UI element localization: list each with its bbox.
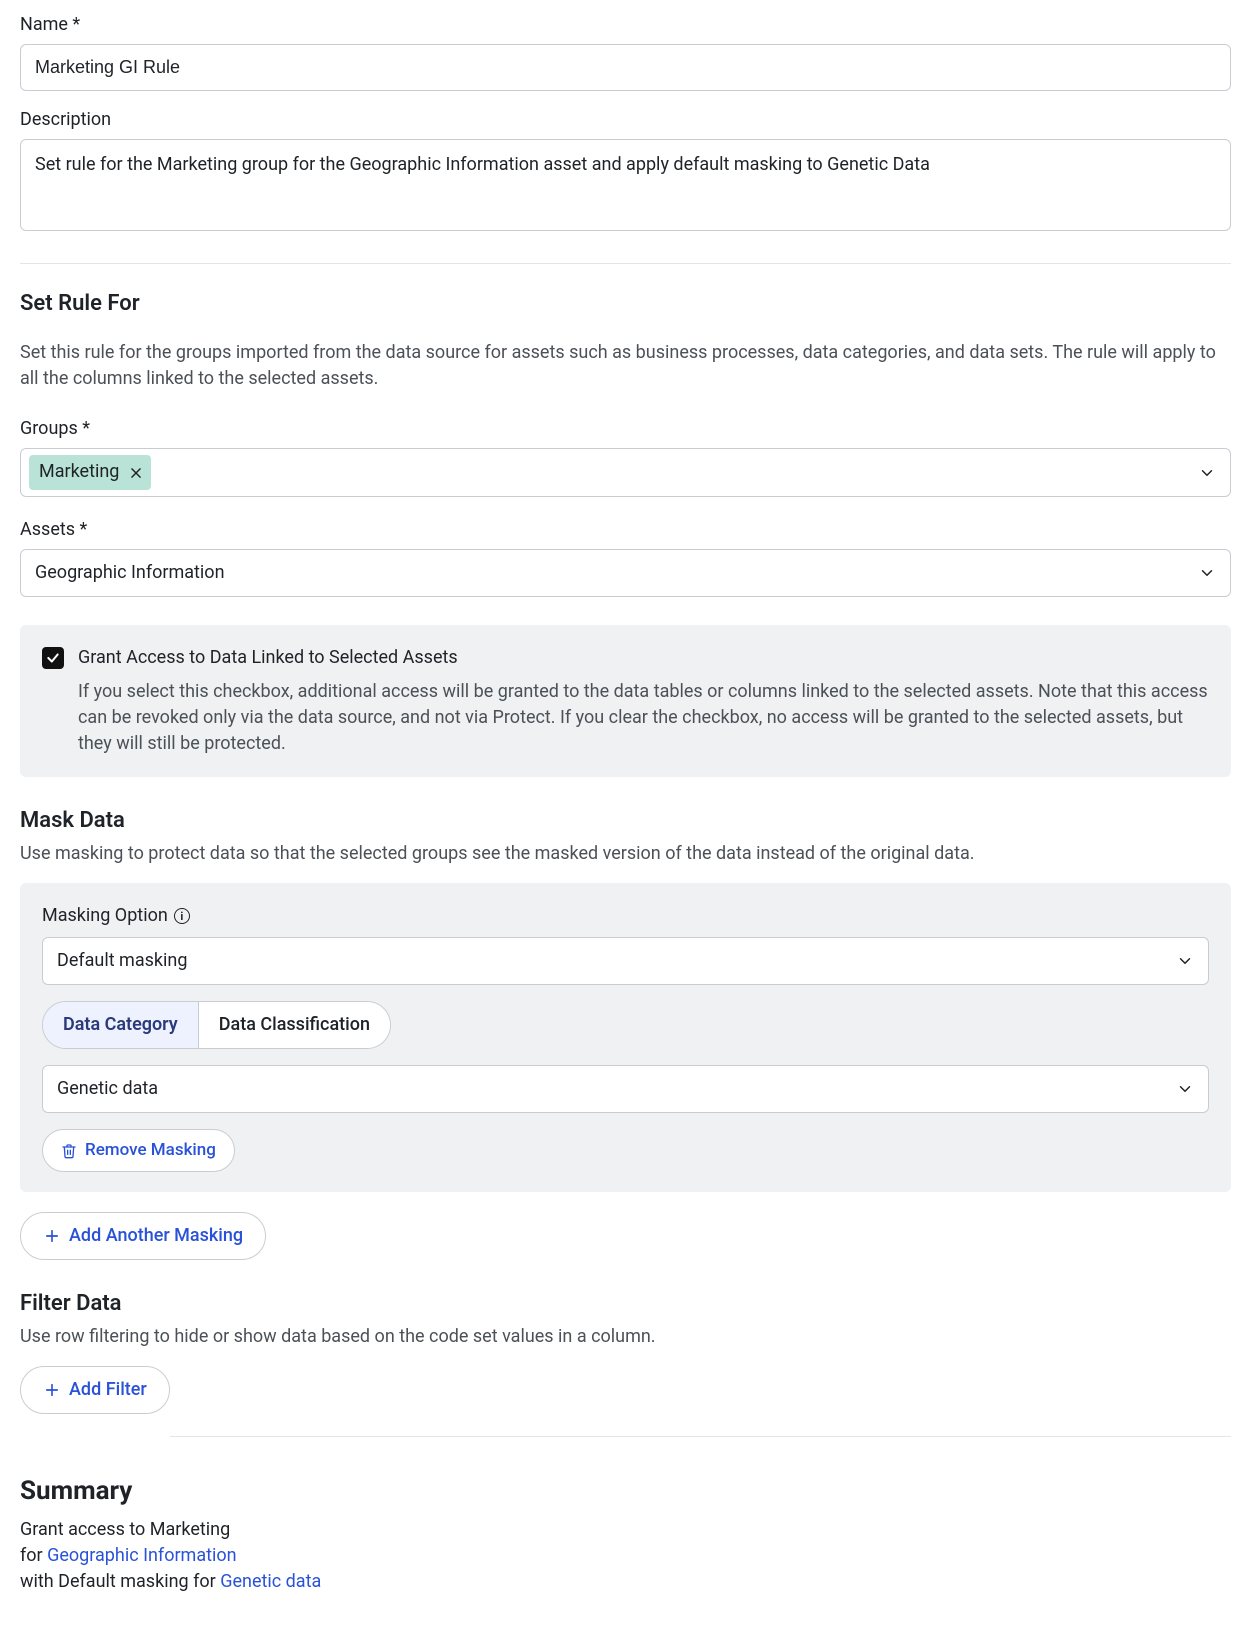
set-rule-for-description: Set this rule for the groups imported fr…	[20, 340, 1231, 392]
summary-asset-link[interactable]: Geographic Information	[47, 1545, 237, 1566]
group-chip-label: Marketing	[39, 459, 119, 485]
filter-data-heading: Filter Data	[20, 1288, 1231, 1320]
chevron-down-icon	[1176, 952, 1194, 970]
grant-access-panel: Grant Access to Data Linked to Selected …	[20, 625, 1231, 777]
remove-masking-label: Remove Masking	[85, 1138, 216, 1163]
groups-label: Groups	[20, 416, 1231, 442]
plus-icon	[43, 1381, 61, 1399]
masking-option-label: Masking Option	[42, 903, 168, 929]
segment-data-classification[interactable]: Data Classification	[198, 1002, 390, 1048]
add-another-masking-button[interactable]: Add Another Masking	[20, 1212, 266, 1260]
summary-group: Marketing	[150, 1519, 230, 1540]
segment-data-category[interactable]: Data Category	[43, 1002, 198, 1048]
data-category-value: Genetic data	[57, 1076, 158, 1102]
check-icon	[46, 651, 60, 665]
summary-line-3-prefix: with Default masking for	[20, 1571, 220, 1592]
summary-heading: Summary	[20, 1473, 1231, 1511]
set-rule-for-heading: Set Rule For	[20, 288, 1231, 320]
summary-line-1: Grant access to Marketing	[20, 1517, 1231, 1543]
summary-category-link[interactable]: Genetic data	[220, 1571, 321, 1592]
trash-icon	[61, 1143, 77, 1159]
chevron-down-icon	[1176, 1080, 1194, 1098]
grant-access-checkbox[interactable]	[42, 647, 64, 669]
description-label: Description	[20, 107, 1231, 133]
plus-icon	[43, 1227, 61, 1245]
close-icon	[129, 466, 143, 480]
remove-masking-button[interactable]: Remove Masking	[42, 1129, 235, 1172]
summary-line-3: with Default masking for Genetic data	[20, 1569, 1231, 1595]
filter-data-description: Use row filtering to hide or show data b…	[20, 1324, 1231, 1350]
data-category-select[interactable]: Genetic data	[42, 1065, 1209, 1113]
masking-option-label-row: Masking Option i	[42, 903, 190, 929]
add-filter-button[interactable]: Add Filter	[20, 1366, 170, 1414]
remove-group-chip-button[interactable]	[129, 466, 143, 480]
group-chip: Marketing	[29, 455, 151, 489]
mask-data-heading: Mask Data	[20, 805, 1231, 837]
assets-value: Geographic Information	[35, 560, 225, 586]
mask-data-panel: Masking Option i Default masking Data Ca…	[20, 883, 1231, 1192]
description-textarea[interactable]: Set rule for the Marketing group for the…	[20, 139, 1231, 231]
summary-line-2: for Geographic Information	[20, 1543, 1231, 1569]
info-icon[interactable]: i	[174, 908, 190, 924]
name-input[interactable]	[20, 44, 1231, 91]
masking-scope-segment: Data Category Data Classification	[42, 1001, 391, 1049]
chevron-down-icon	[1198, 564, 1216, 582]
mask-data-description: Use masking to protect data so that the …	[20, 841, 1231, 867]
divider	[20, 263, 1231, 264]
chevron-down-icon	[1198, 464, 1216, 482]
masking-option-select[interactable]: Default masking	[42, 937, 1209, 985]
summary-line-2-prefix: for	[20, 1545, 47, 1566]
grant-access-title: Grant Access to Data Linked to Selected …	[78, 645, 1209, 671]
assets-select[interactable]: Geographic Information	[20, 549, 1231, 597]
groups-select[interactable]: Marketing	[20, 448, 1231, 496]
add-another-masking-label: Add Another Masking	[69, 1223, 243, 1249]
grant-access-description: If you select this checkbox, additional …	[78, 679, 1209, 757]
assets-label: Assets	[20, 517, 1231, 543]
summary-line-1-prefix: Grant access to	[20, 1519, 150, 1540]
divider	[170, 1436, 1231, 1437]
name-label: Name	[20, 12, 1231, 38]
masking-option-value: Default masking	[57, 948, 187, 974]
add-filter-label: Add Filter	[69, 1377, 147, 1403]
